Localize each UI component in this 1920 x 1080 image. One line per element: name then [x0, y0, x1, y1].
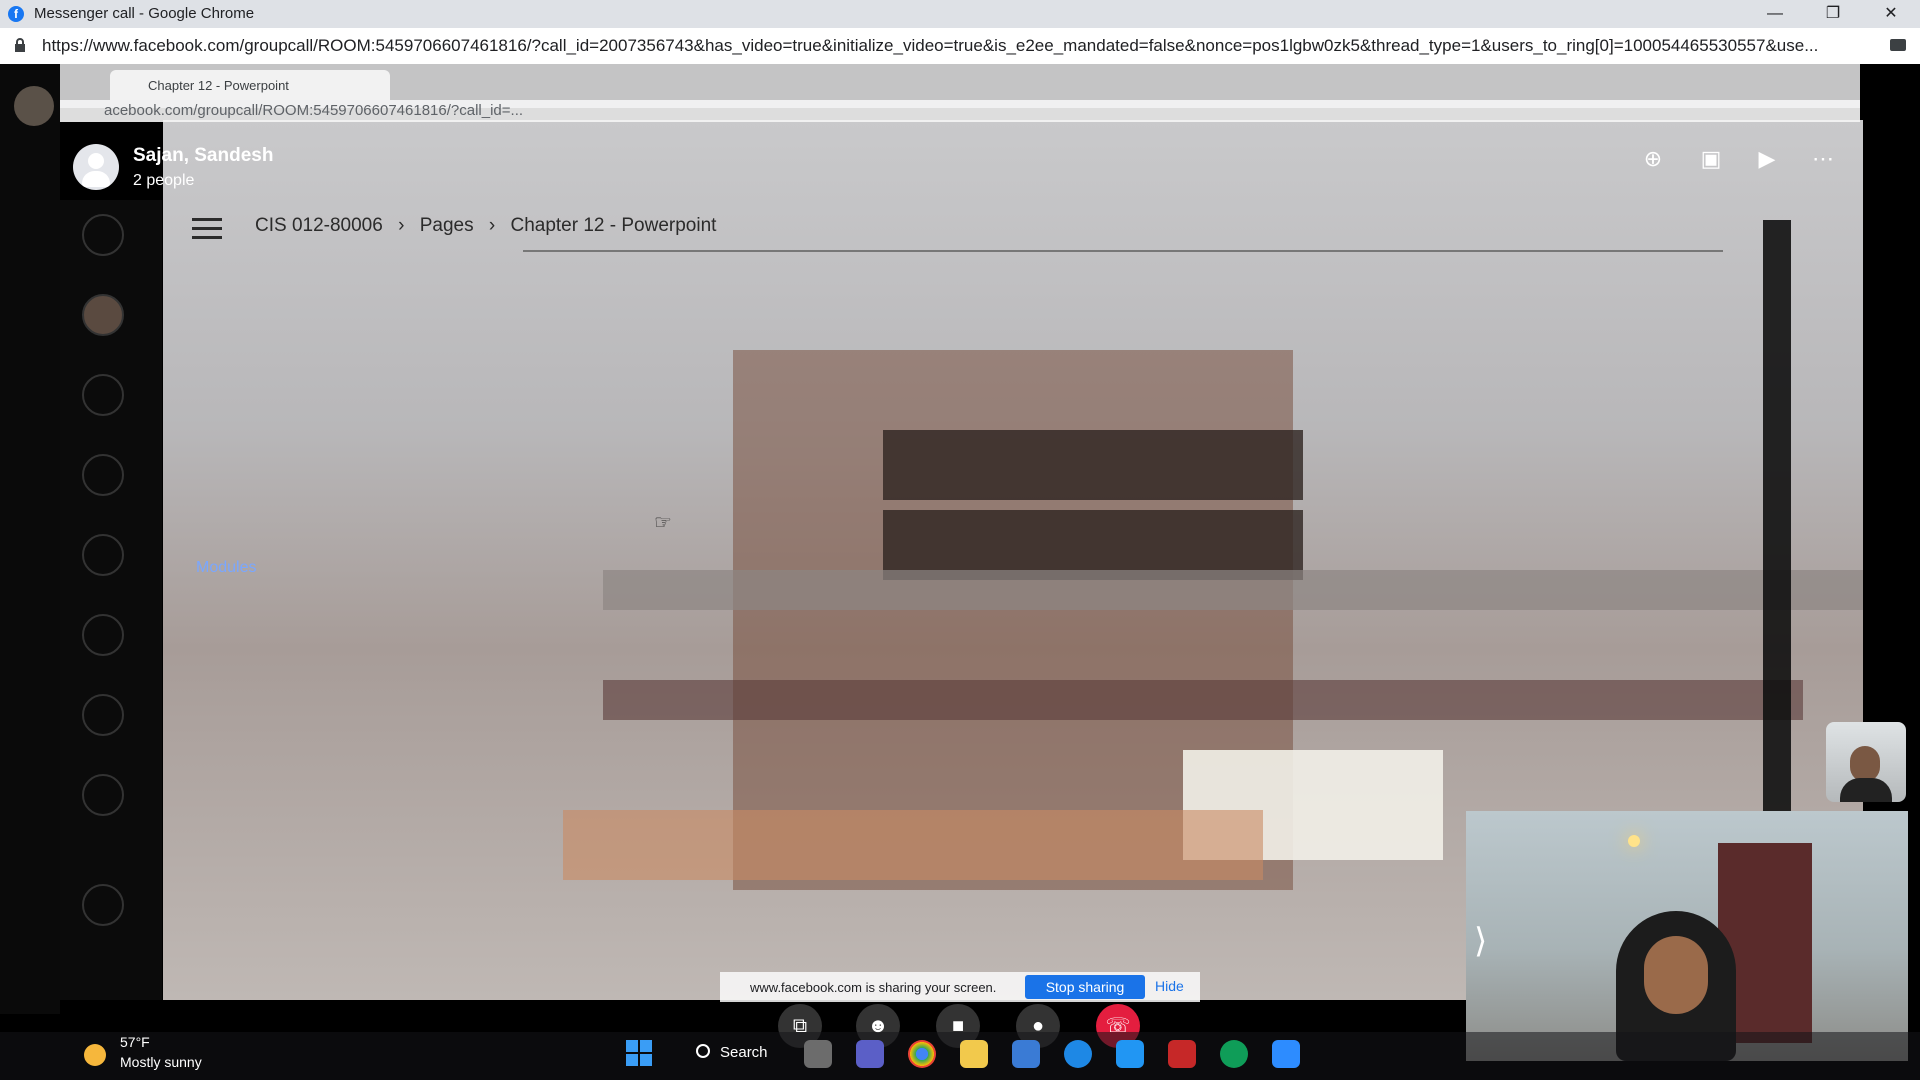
add-people-icon[interactable]: ⊕ — [1635, 144, 1671, 174]
breadcrumb-separator: › — [398, 215, 405, 236]
search-label: Search — [720, 1044, 768, 1061]
url-text[interactable]: https://www.facebook.com/groupcall/ROOM:… — [42, 36, 1872, 56]
breadcrumb: CIS 012-80006 › Pages › Chapter 12 - Pow… — [255, 215, 726, 237]
account-icon — [82, 294, 124, 336]
inner-address-bar: acebook.com/groupcall/ROOM:5459706607461… — [60, 100, 1860, 122]
lamp — [1628, 835, 1640, 847]
weather-condition: Mostly sunny — [120, 1054, 202, 1070]
courses-icon — [82, 454, 124, 496]
chrome-icon[interactable] — [908, 1040, 936, 1068]
calendar-icon — [82, 534, 124, 576]
sun-icon — [84, 1044, 106, 1066]
camera-icon[interactable] — [1890, 39, 1906, 51]
hide-button[interactable]: Hide — [1155, 978, 1184, 994]
caller-name: Sajan, Sandesh — [133, 145, 274, 166]
left-rail — [0, 64, 60, 1014]
weather-widget[interactable]: 57°F Mostly sunny — [84, 1034, 284, 1078]
shared-sidebar — [60, 200, 162, 1000]
avatar — [14, 86, 54, 126]
logo-icon — [82, 214, 124, 256]
games-icon[interactable]: ▣ — [1693, 144, 1729, 174]
zoom-icon[interactable] — [1272, 1040, 1300, 1068]
help-app-icon[interactable] — [1116, 1040, 1144, 1068]
edge-dev-icon[interactable] — [1220, 1040, 1248, 1068]
more-options-icon[interactable]: ⋯ — [1805, 144, 1841, 174]
edge-icon[interactable] — [1064, 1040, 1092, 1068]
address-bar[interactable]: https://www.facebook.com/groupcall/ROOM:… — [0, 28, 1920, 64]
taskbar-search[interactable]: Search — [690, 1038, 768, 1068]
mcafee-icon[interactable] — [1168, 1040, 1196, 1068]
sharing-message: www.facebook.com is sharing your screen. — [750, 980, 997, 995]
modules-link[interactable]: Modules — [196, 559, 256, 577]
minimize-icon[interactable]: — — [1752, 0, 1798, 28]
dashboard-icon — [82, 374, 124, 416]
remote-participant-thumbnail[interactable] — [1826, 722, 1906, 802]
inbox-icon — [82, 614, 124, 656]
commons-icon — [82, 774, 124, 816]
face — [1644, 936, 1708, 1014]
sharing-banner: www.facebook.com is sharing your screen.… — [720, 972, 1200, 1002]
store-icon[interactable] — [1012, 1040, 1040, 1068]
inner-tab[interactable]: Chapter 12 - Powerpoint — [110, 70, 390, 100]
task-view-icon[interactable] — [804, 1040, 832, 1068]
self-view-video[interactable]: ⟩ — [1466, 811, 1908, 1061]
breadcrumb-current: Chapter 12 - Powerpoint — [510, 215, 717, 236]
lock-icon — [15, 38, 25, 52]
facebook-icon: f — [8, 6, 24, 22]
window-title: Messenger call - Google Chrome — [34, 5, 255, 22]
help-icon — [82, 884, 124, 926]
caller-avatar — [73, 144, 119, 190]
windows-start-icon[interactable] — [626, 1040, 652, 1066]
inner-tab-title: Chapter 12 - Powerpoint — [148, 78, 289, 93]
stop-sharing-button[interactable]: Stop sharing — [1025, 975, 1145, 999]
breadcrumb-pages[interactable]: Pages — [420, 215, 474, 236]
restore-icon[interactable]: ❐ — [1810, 0, 1856, 28]
history-icon — [82, 694, 124, 736]
teams-icon[interactable] — [856, 1040, 884, 1068]
hand-cursor-icon: ☞ — [654, 512, 672, 534]
participant-count: 2 people — [133, 172, 195, 189]
close-icon[interactable]: ✕ — [1868, 0, 1914, 28]
inner-url-text: acebook.com/groupcall/ROOM:5459706607461… — [104, 102, 524, 119]
breadcrumb-course[interactable]: CIS 012-80006 — [255, 215, 383, 236]
temperature: 57°F — [120, 1034, 150, 1050]
hamburger-menu-icon[interactable] — [192, 218, 222, 240]
chevron-right-icon[interactable]: ⟩ — [1474, 921, 1487, 961]
watch-together-icon[interactable]: ▶ — [1749, 144, 1785, 174]
breadcrumb-separator: › — [488, 215, 496, 236]
browser-title-bar: f Messenger call - Google Chrome — ❐ ✕ — [0, 0, 1920, 28]
search-icon — [696, 1044, 710, 1058]
file-explorer-icon[interactable] — [960, 1040, 988, 1068]
